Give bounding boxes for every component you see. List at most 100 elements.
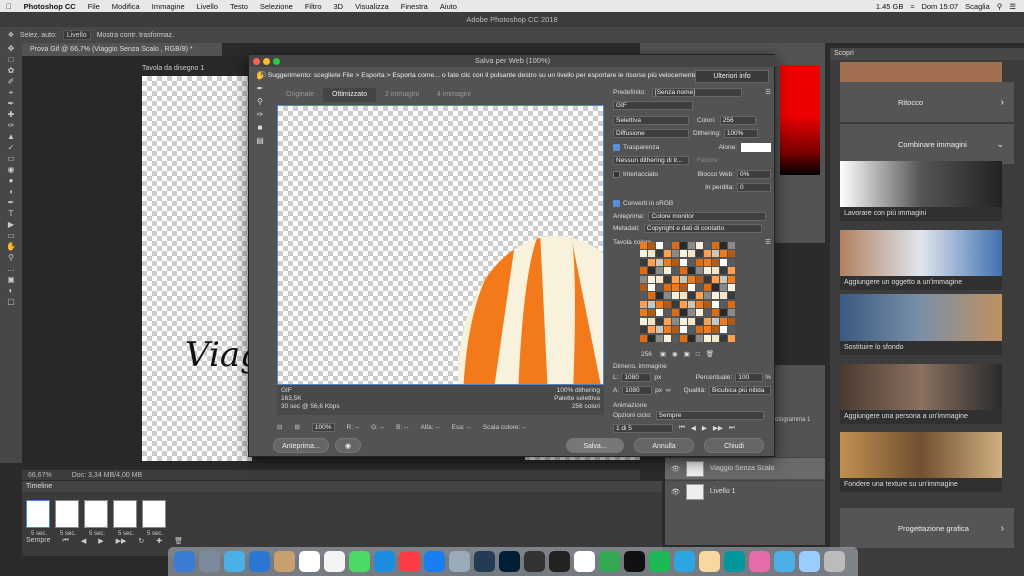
zoom-icon[interactable]: ⚲ xyxy=(253,97,267,110)
delete-frame-icon[interactable]: 🗑 xyxy=(174,537,183,545)
timeline-frame[interactable]: 5 sec. xyxy=(55,500,79,537)
layer-row[interactable]: 👁 Viaggio Senza Scalo xyxy=(665,457,825,479)
palette-swatch[interactable] xyxy=(704,250,711,258)
more-icon[interactable]: … xyxy=(0,263,22,274)
palette-swatch[interactable] xyxy=(664,292,671,300)
layer-name[interactable]: Viaggio Senza Scalo xyxy=(710,465,774,472)
palette-swatch[interactable] xyxy=(728,258,735,266)
artboard[interactable] xyxy=(142,76,252,461)
contacts-icon[interactable] xyxy=(274,551,295,572)
menu-type[interactable]: Testo xyxy=(224,2,254,11)
palette-swatch[interactable] xyxy=(704,242,711,249)
menu-list-icon[interactable]: ☰ xyxy=(1009,2,1016,11)
first-frame-icon[interactable]: ⏮ xyxy=(679,424,685,432)
palette-swatch[interactable] xyxy=(720,326,727,334)
play-icon[interactable]: ▶ xyxy=(702,424,707,432)
palette-swatch[interactable] xyxy=(672,284,679,292)
preview-button[interactable]: Anteprima... xyxy=(273,438,329,453)
palette-swatch[interactable] xyxy=(680,250,687,258)
colors-dropdown[interactable]: 256 xyxy=(719,115,756,125)
artboard-label[interactable]: Tavola da disegno 1 xyxy=(142,65,204,72)
metadata-dropdown[interactable]: Copyright e dati di contatto xyxy=(643,223,762,233)
discover-card-combine[interactable]: Combinare immagini ⌄ xyxy=(840,124,1014,164)
palette-swatch[interactable] xyxy=(720,317,727,325)
calendar-icon[interactable] xyxy=(299,551,320,572)
menu-layer[interactable]: Livello xyxy=(191,2,224,11)
palette-swatch[interactable] xyxy=(656,258,663,266)
transparency-checkbox[interactable] xyxy=(613,143,620,151)
prev-frame-icon[interactable]: ◀ xyxy=(691,424,696,432)
palette-swatch[interactable] xyxy=(704,309,711,317)
next-frame-icon[interactable]: ▶▶ xyxy=(116,537,127,545)
palette-swatch[interactable] xyxy=(712,326,719,334)
lightroom-icon[interactable] xyxy=(474,551,495,572)
quality-dropdown[interactable]: Bicubica più nitida xyxy=(709,385,771,395)
palette-swatch[interactable] xyxy=(688,326,695,334)
transform-checkbox-label[interactable]: Mostra contr. trasformaz. xyxy=(97,32,174,39)
clock[interactable]: Dom 15:07 xyxy=(921,2,958,11)
palette-swatch[interactable] xyxy=(640,267,647,275)
blur-icon[interactable]: ● xyxy=(0,175,22,186)
color-table-grid[interactable] xyxy=(640,242,735,342)
palette-swatch[interactable] xyxy=(664,334,671,342)
browser-preview-button[interactable]: ◉ xyxy=(335,438,361,453)
palette-swatch[interactable] xyxy=(688,242,695,249)
tween-icon[interactable]: ↻ xyxy=(138,537,144,545)
palette-swatch[interactable] xyxy=(728,242,735,249)
timeline-frame[interactable]: 5 sec. xyxy=(26,500,50,537)
timeline-frame[interactable]: 5 sec. xyxy=(142,500,166,537)
shape-icon[interactable]: ▭ xyxy=(0,230,22,241)
palette-swatch[interactable] xyxy=(640,258,647,266)
eraser-icon[interactable]: ▭ xyxy=(0,153,22,164)
palette-swatch[interactable] xyxy=(680,326,687,334)
color-swatches-icon[interactable]: ▣ xyxy=(0,274,22,285)
palette-swatch[interactable] xyxy=(648,242,655,249)
palette-swatch[interactable] xyxy=(648,250,655,258)
palette-swatch[interactable] xyxy=(680,292,687,300)
quickmask-icon[interactable]: ◐ xyxy=(0,285,22,296)
palette-swatch[interactable] xyxy=(648,317,655,325)
eyedropper-color-icon[interactable]: ■ xyxy=(253,123,267,136)
palette-swatch[interactable] xyxy=(672,258,679,266)
palette-swatch[interactable] xyxy=(664,317,671,325)
height-field[interactable]: 1080 xyxy=(622,385,653,395)
palette-swatch[interactable] xyxy=(664,267,671,275)
palette-swatch[interactable] xyxy=(696,309,703,317)
appstore-icon[interactable] xyxy=(424,551,445,572)
palette-swatch[interactable] xyxy=(696,267,703,275)
optimized-preview[interactable] xyxy=(277,105,604,385)
width-field[interactable]: 1080 xyxy=(621,372,652,382)
toggle-slices-icon[interactable]: ▤ xyxy=(253,136,267,149)
cancel-button[interactable]: Annulla xyxy=(634,438,694,453)
notes-icon[interactable] xyxy=(574,551,595,572)
eyedropper-icon[interactable]: ✒ xyxy=(0,98,22,109)
menu-view[interactable]: Visualizza xyxy=(349,2,395,11)
palette-swatch[interactable] xyxy=(720,267,727,275)
palette-swatch[interactable] xyxy=(720,275,727,283)
clock-app-icon[interactable] xyxy=(549,551,570,572)
palette-swatch[interactable] xyxy=(712,242,719,249)
palette-swatch[interactable] xyxy=(672,334,679,342)
tutorial-label[interactable]: Aggiungere una persona a un'immagine xyxy=(840,410,1002,424)
path-select-icon[interactable]: ▶ xyxy=(0,219,22,230)
palette-swatch[interactable] xyxy=(728,300,735,308)
palette-swatch[interactable] xyxy=(696,292,703,300)
palette-swatch[interactable] xyxy=(672,317,679,325)
first-frame-icon[interactable]: ⏮ xyxy=(63,537,69,545)
palette-swatch[interactable] xyxy=(664,300,671,308)
trash-icon[interactable] xyxy=(824,551,845,572)
percent-field[interactable]: 100 xyxy=(735,372,764,382)
document-tab[interactable]: Prova Gif @ 66,7% (Viaggio Senza Scalo ,… xyxy=(22,43,222,56)
user-name[interactable]: Scaglia xyxy=(965,2,990,11)
save-button[interactable]: Salva... xyxy=(566,438,624,453)
palette-swatch[interactable] xyxy=(688,317,695,325)
palette-swatch[interactable] xyxy=(728,292,735,300)
zoom-icon[interactable]: ⚲ xyxy=(0,252,22,263)
menu-app[interactable]: Photoshop CC xyxy=(18,2,82,11)
palette-swatch[interactable] xyxy=(664,284,671,292)
last-frame-icon[interactable]: ⏭ xyxy=(729,424,735,432)
palette-swatch[interactable] xyxy=(728,284,735,292)
downloads-icon[interactable] xyxy=(799,551,820,572)
brush-icon[interactable]: ✑ xyxy=(0,120,22,131)
lossy-field[interactable]: 0 xyxy=(737,182,771,192)
